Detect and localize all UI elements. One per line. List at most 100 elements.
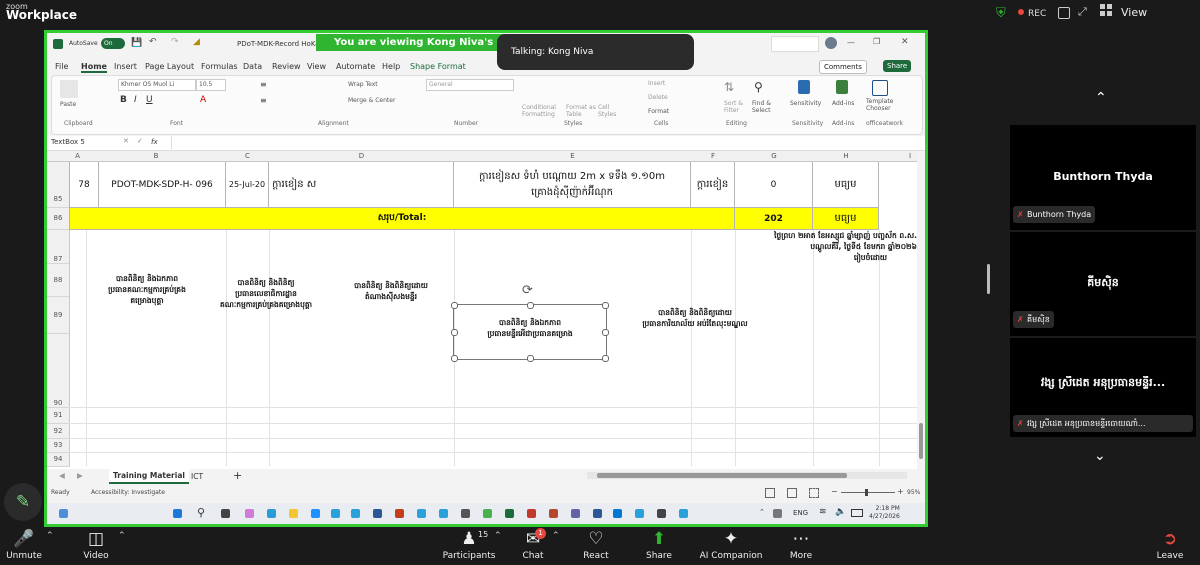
cancel-formula-icon[interactable]: ✕ bbox=[123, 137, 129, 145]
menu-help[interactable]: Help bbox=[382, 62, 400, 71]
align-top-icon[interactable]: ≡ bbox=[260, 80, 267, 89]
zoom-level[interactable]: 95% bbox=[907, 489, 920, 496]
addins-icon[interactable] bbox=[836, 80, 848, 94]
resize-handle[interactable] bbox=[602, 329, 609, 336]
row-header-88[interactable]: 88 bbox=[47, 264, 70, 297]
app-3-icon[interactable] bbox=[657, 509, 666, 518]
tray-app-icon[interactable] bbox=[773, 509, 782, 518]
taskbar-search-icon[interactable]: ⚲ bbox=[197, 506, 205, 519]
merge-center-button[interactable]: Merge & Center bbox=[348, 97, 395, 104]
save-icon[interactable]: 💾 bbox=[131, 38, 142, 48]
column-header-b[interactable]: B bbox=[86, 151, 227, 162]
app-icon[interactable] bbox=[461, 509, 470, 518]
react-button[interactable]: ♡ React bbox=[576, 527, 616, 561]
cell-e85[interactable]: ក្តារខៀនស ទំហំ បណ្តោយ 2m x ទទឹង ១.១0m គ្… bbox=[454, 162, 691, 208]
more-button[interactable]: ⋯ More bbox=[780, 527, 822, 561]
insert-cells-button[interactable]: Insert bbox=[648, 80, 665, 87]
cell-d85[interactable]: ក្តារខៀន ស bbox=[269, 162, 454, 208]
number-format-select[interactable]: General bbox=[426, 79, 514, 91]
zoom-in-icon[interactable]: + bbox=[897, 487, 904, 496]
format-cells-button[interactable]: Format bbox=[648, 108, 669, 115]
windows-start-icon[interactable] bbox=[173, 509, 182, 518]
participants-button[interactable]: ♟ Participants bbox=[440, 527, 498, 561]
name-box[interactable]: TextBox 5 bbox=[51, 138, 85, 146]
spreadsheet-grid[interactable]: A B C D E F G H I 85 86 87 88 89 90 91 9… bbox=[47, 151, 925, 469]
template-icon[interactable] bbox=[872, 80, 888, 96]
annotate-button[interactable]: ✎ bbox=[4, 483, 42, 521]
resize-handle[interactable] bbox=[527, 302, 534, 309]
row-header-90[interactable]: 90 bbox=[47, 334, 70, 408]
pause-icon[interactable] bbox=[1058, 7, 1070, 19]
delete-cells-button[interactable]: Delete bbox=[648, 94, 668, 101]
minimize-icon[interactable]: — bbox=[847, 38, 855, 47]
menu-review[interactable]: Review bbox=[272, 62, 301, 71]
panel-resize-handle[interactable] bbox=[987, 264, 990, 294]
telegram-icon[interactable] bbox=[331, 509, 340, 518]
tray-chevron-icon[interactable]: ⌃ bbox=[759, 508, 765, 516]
battery-icon[interactable] bbox=[851, 509, 863, 517]
ai-companion-button[interactable]: ✦ AI Companion bbox=[696, 527, 766, 561]
font-name-select[interactable]: Khmer OS Muol Li bbox=[118, 79, 196, 91]
total-value-cell[interactable]: 202 bbox=[735, 208, 813, 230]
page-layout-view-icon[interactable] bbox=[787, 488, 797, 498]
outlook-icon[interactable] bbox=[613, 509, 622, 518]
telegram-3-icon[interactable] bbox=[417, 509, 426, 518]
column-header-f[interactable]: F bbox=[691, 151, 736, 162]
menu-automate[interactable]: Automate bbox=[336, 62, 375, 71]
zoom-taskbar-icon[interactable] bbox=[311, 509, 320, 518]
word-2-icon[interactable] bbox=[593, 509, 602, 518]
sheet-tab-ict[interactable]: ICT bbox=[191, 470, 203, 483]
taskbar-clock[interactable]: 2:18 PM 4/27/2026 bbox=[869, 505, 900, 521]
chat-button[interactable]: ✉ Chat bbox=[514, 527, 552, 561]
video-options-chevron-icon[interactable]: ⌃ bbox=[118, 531, 126, 541]
accept-formula-icon[interactable]: ✓ bbox=[137, 137, 143, 145]
word-icon[interactable] bbox=[373, 509, 382, 518]
file-explorer-icon[interactable] bbox=[289, 509, 298, 518]
column-header-g[interactable]: G bbox=[735, 151, 814, 162]
find-icon[interactable]: ⚲ bbox=[754, 80, 763, 94]
resize-handle[interactable] bbox=[451, 355, 458, 362]
acrobat-icon[interactable] bbox=[527, 509, 536, 518]
rotate-handle-icon[interactable]: ⟳ bbox=[522, 283, 533, 298]
signature-block-3[interactable]: បានពិនិត្យ និងពិនិត្យដោយ តំណាងស៊ីសងមន្ទី… bbox=[331, 280, 451, 302]
italic-icon[interactable]: I bbox=[134, 95, 137, 105]
cell-g85[interactable]: 0 bbox=[735, 162, 813, 208]
unmute-button[interactable]: 🎤 Unmute bbox=[4, 527, 44, 561]
audio-options-chevron-icon[interactable]: ⌃ bbox=[46, 531, 54, 541]
share-screen-button[interactable]: ⬆ Share bbox=[638, 527, 680, 561]
row-header-94[interactable]: 94 bbox=[47, 453, 70, 467]
resize-handle[interactable] bbox=[451, 302, 458, 309]
fill-color-icon[interactable]: ◢ bbox=[193, 37, 200, 47]
fullscreen-icon[interactable]: ⤢ bbox=[1078, 5, 1087, 19]
resize-handle[interactable] bbox=[451, 329, 458, 336]
total-status-cell[interactable]: មធ្យម bbox=[813, 208, 879, 230]
vertical-scroll-thumb[interactable] bbox=[919, 423, 923, 459]
row-header-92[interactable]: 92 bbox=[47, 424, 70, 439]
zoom-slider-thumb[interactable] bbox=[865, 489, 868, 496]
pdf-icon[interactable] bbox=[395, 509, 404, 518]
addins-button[interactable]: Add-ins bbox=[832, 100, 854, 107]
close-icon[interactable]: ✕ bbox=[901, 37, 909, 47]
leave-button[interactable]: ➲ Leave bbox=[1150, 527, 1190, 561]
signature-block-5[interactable]: បានពិនិត្យ និងពិនិត្យដោយ ប្រធានការិយាល័យ… bbox=[615, 307, 775, 329]
participant-tile[interactable]: វង្ស ស្រីដេត អនុប្រធានមន្ទីរ... ✗ វង្ស ស… bbox=[1010, 338, 1196, 437]
sort-icon[interactable]: ⇅ bbox=[724, 80, 734, 94]
horizontal-scroll-thumb[interactable] bbox=[597, 473, 847, 478]
comments-button[interactable]: Comments bbox=[819, 60, 867, 74]
underline-icon[interactable]: U bbox=[146, 95, 153, 105]
column-header-d[interactable]: D bbox=[269, 151, 455, 162]
menu-file[interactable]: File bbox=[55, 62, 68, 71]
rec-indicator[interactable]: REC bbox=[1018, 9, 1046, 19]
add-sheet-icon[interactable]: + bbox=[233, 469, 242, 482]
user-avatar[interactable] bbox=[825, 37, 837, 49]
input-language[interactable]: ENG bbox=[793, 509, 808, 517]
format-table-button[interactable]: Format as Table bbox=[566, 104, 596, 118]
chat-chevron-icon[interactable]: ⌃ bbox=[552, 531, 560, 541]
participant-tile[interactable]: គីមស៊ិន ✗ គីមស៊ិន bbox=[1010, 232, 1196, 336]
cell-b85[interactable]: PDOT-MDK-SDP-H- 096 bbox=[99, 162, 226, 208]
paste-label[interactable]: Paste bbox=[60, 101, 76, 108]
row-header-85[interactable]: 85 bbox=[47, 162, 70, 208]
share-button[interactable]: Share bbox=[883, 60, 912, 72]
menu-formulas[interactable]: Formulas bbox=[201, 62, 238, 71]
sort-filter-button[interactable]: Sort & Filter bbox=[724, 100, 750, 114]
